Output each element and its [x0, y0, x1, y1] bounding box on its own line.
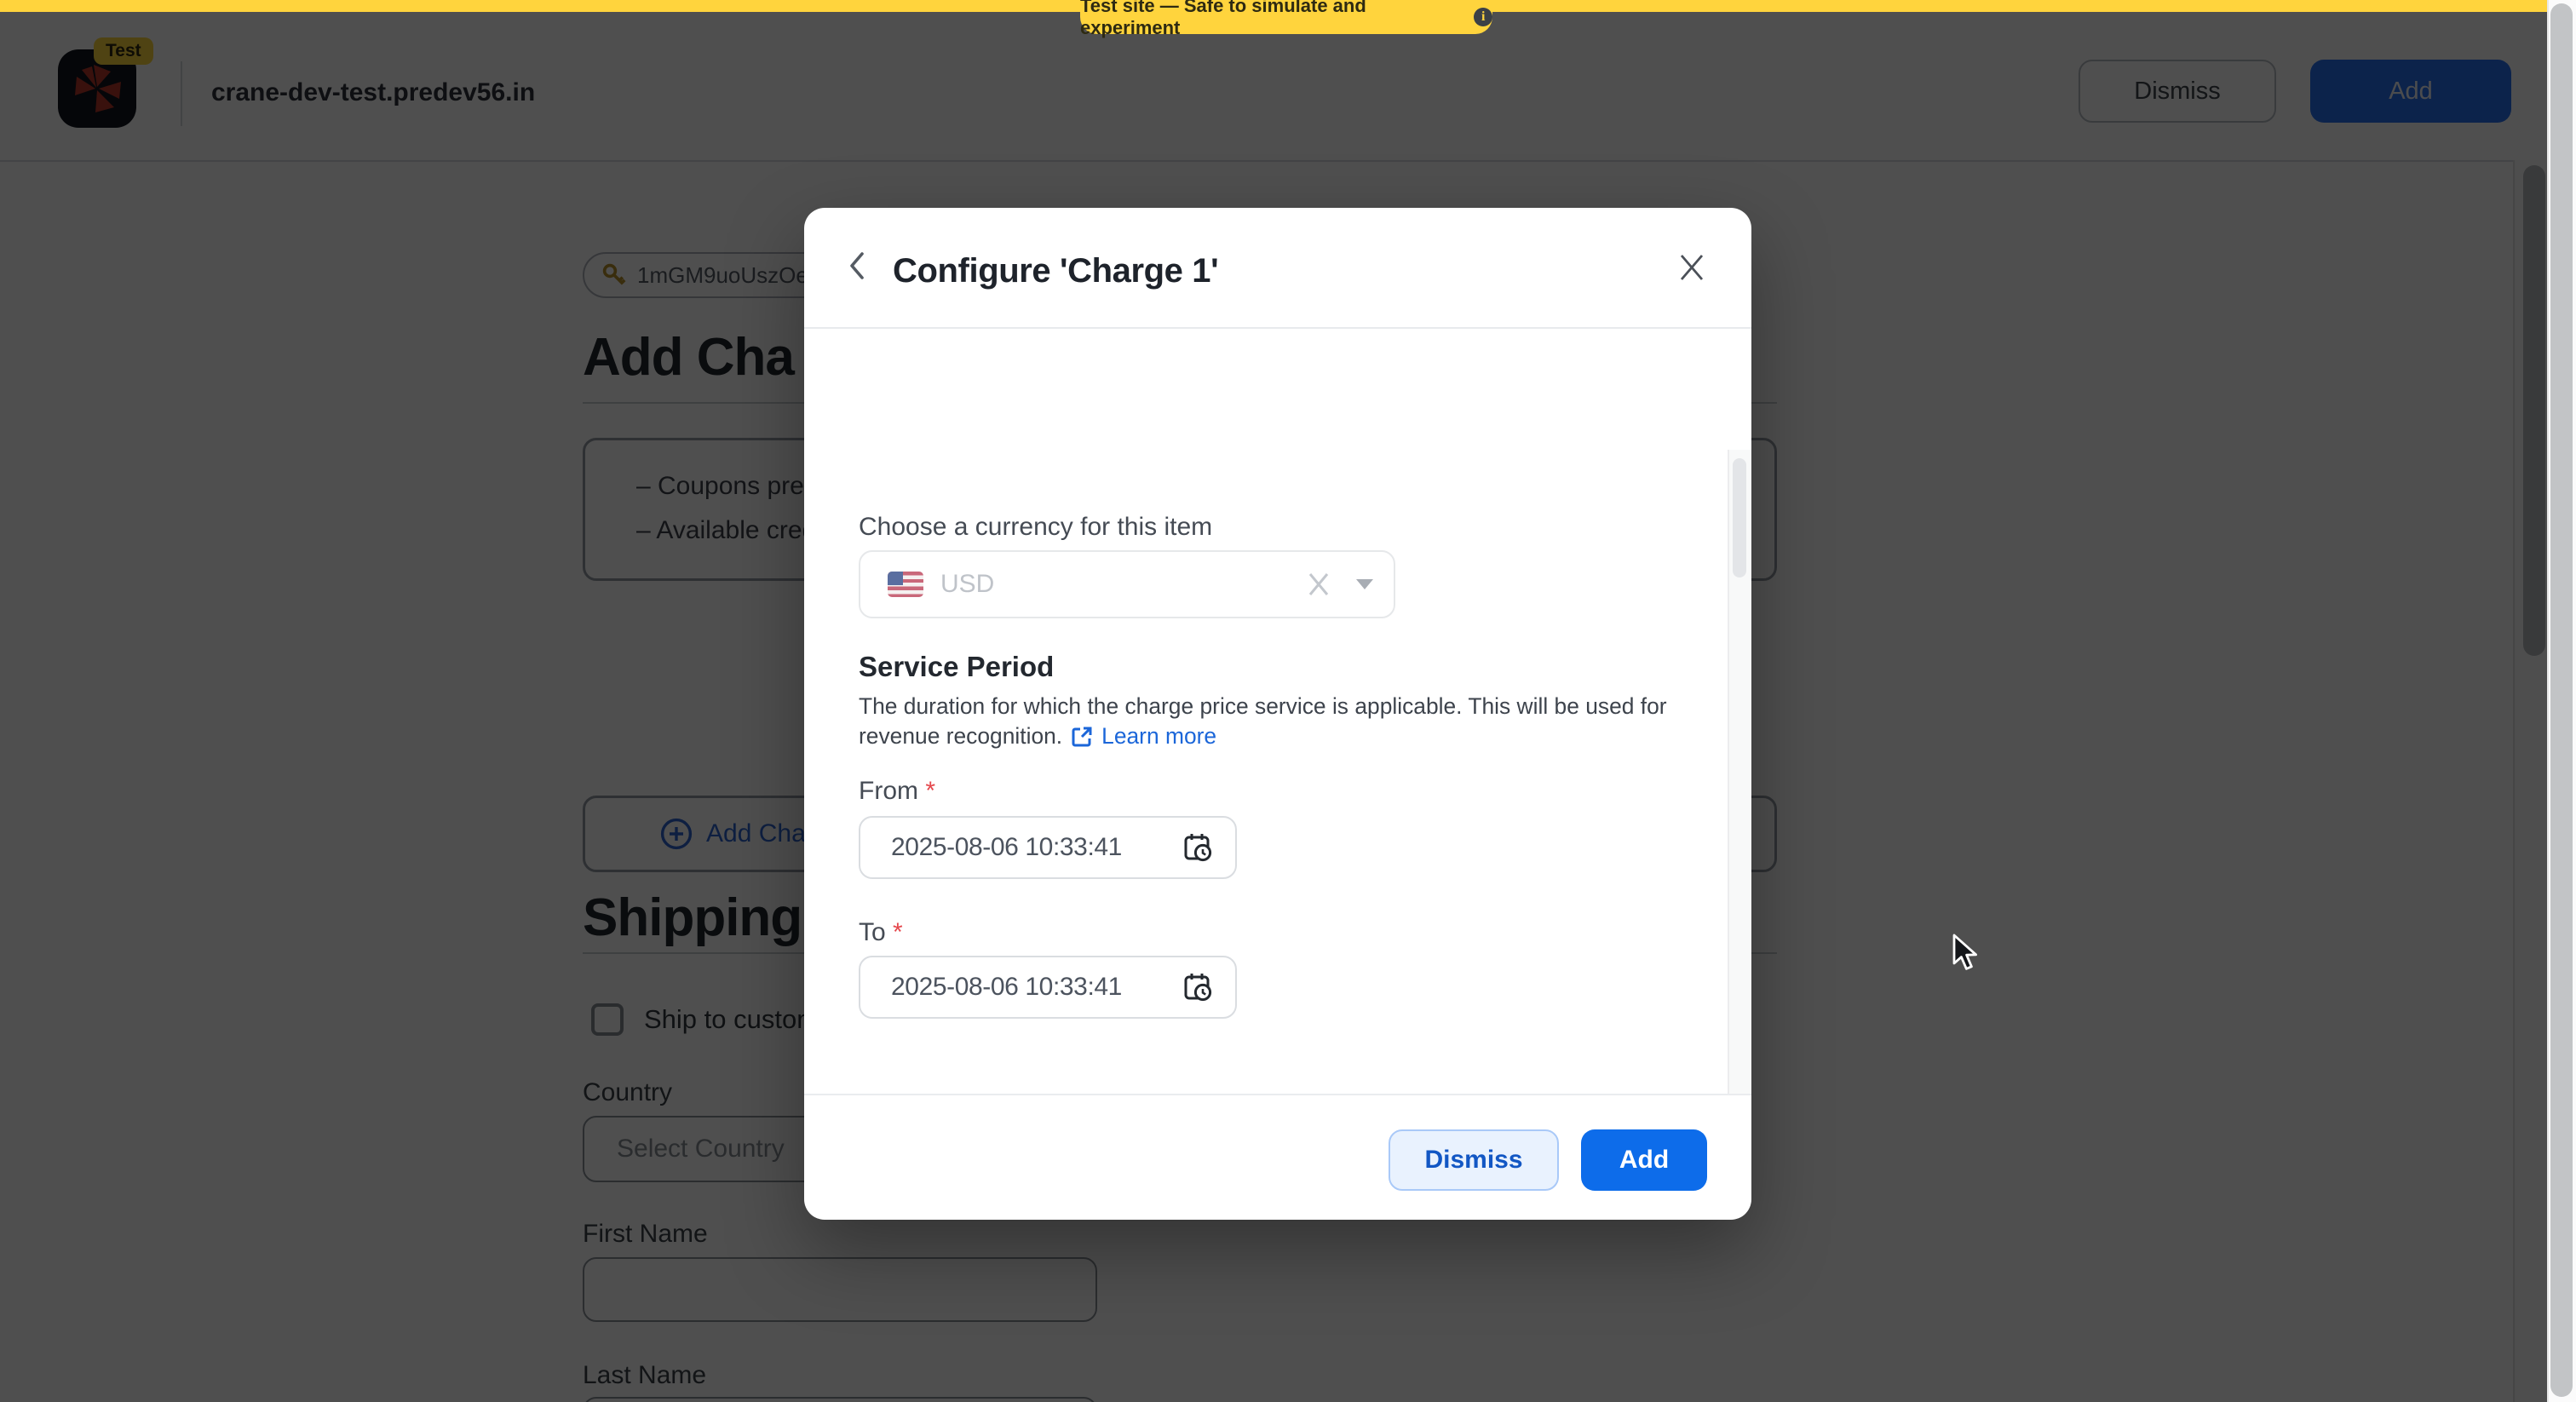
- us-flag-icon: [888, 572, 923, 597]
- service-period-description-line2: revenue recognition.: [859, 721, 1062, 751]
- to-label: To *: [859, 918, 903, 947]
- chevron-left-icon: [845, 249, 869, 283]
- close-button[interactable]: [1676, 252, 1711, 286]
- from-datetime-value: 2025-08-06 10:33:41: [891, 833, 1182, 862]
- to-datetime-value: 2025-08-06 10:33:41: [891, 973, 1182, 1002]
- modal-scrollbar-thumb[interactable]: [1733, 458, 1746, 577]
- required-marker: *: [925, 777, 935, 805]
- modal-title: Configure 'Charge 1': [893, 252, 1218, 290]
- browser-scrollbar-thumb[interactable]: [2550, 3, 2573, 1397]
- modal-add-button[interactable]: Add: [1581, 1129, 1707, 1191]
- clear-icon[interactable]: [1305, 571, 1332, 598]
- calendar-clock-icon[interactable]: [1182, 971, 1215, 1003]
- modal-dismiss-button[interactable]: Dismiss: [1389, 1129, 1559, 1191]
- from-datetime-input[interactable]: 2025-08-06 10:33:41: [859, 816, 1237, 879]
- configure-charge-modal: Configure 'Charge 1' Choose a currency f…: [804, 208, 1751, 1220]
- test-site-banner-label: Test site — Safe to simulate and experim…: [1080, 0, 1465, 39]
- service-period-description-line1: The duration for which the charge price …: [859, 692, 1676, 721]
- required-marker: *: [893, 918, 903, 946]
- test-site-banner: Test site — Safe to simulate and experim…: [1080, 0, 1492, 34]
- service-period-title: Service Period: [859, 651, 1054, 683]
- info-icon[interactable]: i: [1474, 8, 1492, 26]
- external-link-icon: [1071, 726, 1093, 748]
- currency-value: USD: [940, 570, 1305, 599]
- close-icon: [1676, 252, 1707, 283]
- currency-label: Choose a currency for this item: [859, 513, 1212, 542]
- back-button[interactable]: [845, 249, 883, 293]
- mouse-cursor: [1952, 934, 1981, 981]
- from-label: From *: [859, 777, 935, 806]
- currency-select[interactable]: USD: [859, 550, 1395, 618]
- modal-footer-divider: [804, 1094, 1751, 1095]
- chevron-down-icon[interactable]: [1356, 579, 1373, 589]
- calendar-clock-icon[interactable]: [1182, 831, 1215, 864]
- screen: Test crane-dev-test.predev56.in Dismiss …: [0, 0, 2576, 1402]
- service-period-description: The duration for which the charge price …: [859, 692, 1676, 751]
- modal-body: Choose a currency for this item USD Serv…: [804, 329, 1751, 1094]
- learn-more-link[interactable]: Learn more: [1101, 721, 1216, 751]
- to-datetime-input[interactable]: 2025-08-06 10:33:41: [859, 956, 1237, 1019]
